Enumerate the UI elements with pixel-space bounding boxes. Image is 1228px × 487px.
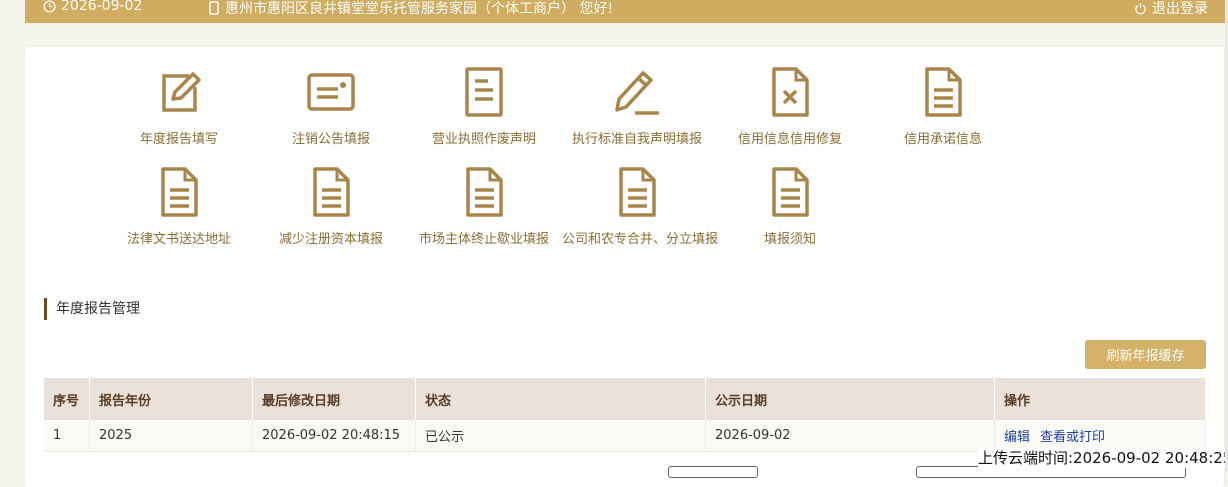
document-icon — [925, 67, 962, 117]
view-print-link[interactable]: 查看或打印 — [1040, 430, 1105, 445]
tile-capital-reduction[interactable]: 减少注册资本填报 — [256, 166, 406, 247]
tile-label: 注销公告填报 — [291, 132, 370, 147]
refresh-cache-button[interactable]: 刷新年报缓存 — [1085, 340, 1206, 369]
logout-button[interactable]: 退出登录 — [1134, 0, 1208, 18]
cell-index: 1 — [44, 420, 90, 452]
column-header: 最后修改日期 — [252, 378, 416, 420]
tile-standard-declaration[interactable]: 执行标准自我声明填报 — [562, 66, 712, 147]
phone-icon — [209, 1, 219, 15]
tile-termination[interactable]: 市场主体终止歇业填报 — [409, 166, 559, 247]
greeting: 惠州市惠阳区良井镇堂堂乐托管服务家园（个体工商户） 您好! — [209, 0, 613, 18]
tile-legal-address[interactable]: 法律文书送达地址 — [104, 166, 254, 247]
document-icon — [465, 67, 503, 117]
cell-year: 2025 — [89, 420, 253, 452]
clock-icon — [43, 0, 56, 13]
tile-merger-split[interactable]: 公司和农专合并、分立填报 — [562, 166, 719, 247]
annual-report-table: 序号 报告年份 最后修改日期 状态 公示日期 操作 1 2025 2026-09… — [44, 378, 1206, 452]
greeting-text: 惠州市惠阳区良井镇堂堂乐托管服务家园（个体工商户） 您好! — [225, 1, 614, 17]
pencil-icon — [615, 71, 659, 115]
tile-label: 执行标准自我声明填报 — [571, 132, 702, 147]
date-display: 2026-09-02 — [43, 0, 142, 14]
tile-label: 公司和农专合并、分立填报 — [562, 232, 719, 247]
column-header: 操作 — [994, 378, 1206, 420]
edit-link[interactable]: 编辑 — [1004, 430, 1030, 445]
tile-label: 信用承诺信息 — [903, 132, 982, 147]
tile-credit-commitment[interactable]: 信用承诺信息 — [868, 66, 1018, 147]
document-icon — [619, 167, 656, 217]
cell-actions: 编辑 查看或打印 — [994, 420, 1206, 452]
power-icon — [1135, 2, 1146, 14]
column-header: 报告年份 — [89, 378, 253, 420]
column-header: 状态 — [415, 378, 706, 420]
cell-modified: 2026-09-02 20:48:15 — [252, 420, 416, 452]
tile-label: 信用信息信用修复 — [737, 132, 842, 147]
tile-label: 市场主体终止歇业填报 — [418, 232, 549, 247]
column-header: 公示日期 — [705, 378, 995, 420]
document-icon — [161, 167, 198, 217]
cell-status: 已公示 — [415, 420, 706, 452]
tile-license-void[interactable]: 营业执照作废声明 — [409, 66, 559, 147]
document-icon — [772, 167, 809, 217]
tile-label: 年度报告填写 — [139, 132, 218, 147]
tile-label: 法律文书送达地址 — [126, 232, 231, 247]
document-x-icon — [772, 67, 809, 117]
date-text: 2026-09-02 — [61, 0, 143, 14]
tile-annual-report[interactable]: 年度报告填写 — [104, 66, 254, 147]
document-icon — [466, 167, 503, 217]
tile-label: 营业执照作废声明 — [431, 132, 536, 147]
edit-icon — [162, 72, 201, 112]
tile-cancellation-notice[interactable]: 注销公告填报 — [256, 66, 406, 147]
tile-label: 减少注册资本填报 — [278, 232, 383, 247]
top-bar: 2026-09-02 惠州市惠阳区良井镇堂堂乐托管服务家园（个体工商户） 您好!… — [25, 0, 1228, 23]
tile-credit-repair[interactable]: 信用信息信用修复 — [715, 66, 865, 147]
table-row: 1 2025 2026-09-02 20:48:15 已公示 2026-09-0… — [44, 420, 1206, 452]
document-icon — [313, 167, 350, 217]
id-card-icon — [307, 73, 355, 111]
table-header-row: 序号 报告年份 最后修改日期 状态 公示日期 操作 — [44, 378, 1206, 420]
tile-label: 填报须知 — [763, 232, 816, 247]
column-header: 序号 — [44, 378, 90, 420]
tile-filing-notes[interactable]: 填报须知 — [715, 166, 865, 247]
logout-label: 退出登录 — [1152, 1, 1208, 17]
hidden-button[interactable] — [668, 466, 758, 478]
upload-time-overlay: 上传云端时间:2026-09-02 20:48:25 — [978, 448, 1228, 468]
cell-published: 2026-09-02 — [705, 420, 995, 452]
section-title: 年度报告管理 — [44, 298, 140, 320]
